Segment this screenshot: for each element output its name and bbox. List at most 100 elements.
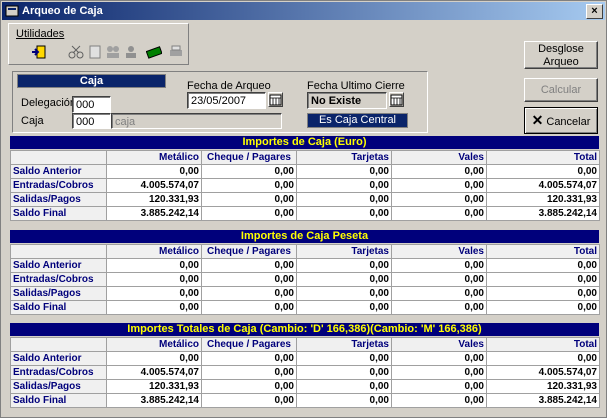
table-cell: 0,00 [296,192,392,207]
table-header-row: Metálico Cheque / Pagares Tarjetas Vales Tot… [10,244,600,259]
menu-utilidades[interactable]: Utilidades [16,28,64,40]
calendar-icon [390,94,403,106]
table-row: Saldo Anterior 0,00 0,00 0,00 0,00 0,00 [10,351,600,366]
importes-section-0: Importes de Caja (Euro) Metálico Cheque / … [10,136,600,227]
table-cell: 0,00 [106,300,202,315]
table-cell: 0,00 [391,164,487,179]
desglose-label-2: Arqueo [543,56,579,68]
calcular-arqueo-button[interactable]: Calcular Arqueo [524,78,598,118]
table-cell: 0,00 [296,258,392,273]
table-cell: 0,00 [296,206,392,221]
table-cell: 0,00 [106,164,202,179]
table-row: Salidas/Pagos 0,00 0,00 0,00 0,00 0,00 [10,286,600,301]
import-icon[interactable] [31,44,47,60]
table-cell: 0,00 [201,258,297,273]
caja-header: Caja [17,74,166,88]
table-row: Entradas/Cobros 0,00 0,00 0,00 0,00 0,00 [10,272,600,287]
table-cell: 4.005.574,07 [106,365,202,380]
window-title: Arqueo de Caja [22,5,103,17]
table-row: Saldo Final 3.885.242,14 0,00 0,00 0,00 3.885… [10,393,600,408]
column-header: Tarjetas [296,244,392,259]
importes-section-2: Importes Totales de Caja (Cambio: 'D' 16… [10,323,600,414]
table-cell: 0,00 [486,272,600,287]
cancel-x-icon: ✕ [531,112,544,128]
page-icon[interactable] [87,44,103,60]
table-cell: 0,00 [391,286,487,301]
column-header: Metálico [106,150,202,165]
importes-table: Metálico Cheque / Pagares Tarjetas Vales Tot… [10,244,600,315]
row-label: Entradas/Cobros [10,365,107,380]
row-label: Saldo Anterior [10,351,107,366]
caja-name-field: caja [111,113,282,129]
table-cell: 0,00 [201,365,297,380]
importes-table: Metálico Cheque / Pagares Tarjetas Vales Tot… [10,150,600,221]
close-button[interactable]: × [586,4,603,19]
money-icon[interactable] [146,44,162,60]
table-header-row: Metálico Cheque / Pagares Tarjetas Vales Tot… [10,337,600,352]
fecha-arqueo-input[interactable]: 23/05/2007 [187,92,266,109]
column-header: Tarjetas [296,337,392,352]
table-cell: 4.005.574,07 [486,178,600,193]
table-cell: 120.331,93 [486,379,600,394]
importes-section-1: Importes de Caja Peseta Metálico Cheque / … [10,230,600,321]
table-cell: 0,00 [106,258,202,273]
caja-central-badge: Es Caja Central [307,113,408,128]
row-label: Salidas/Pagos [10,286,107,301]
table-cell: 0,00 [201,178,297,193]
row-label: Saldo Anterior [10,164,107,179]
delegacion-label: Delegación [21,97,77,109]
table-cell: 120.331,93 [106,379,202,394]
table-cell: 0,00 [296,272,392,287]
table-row: Saldo Anterior 0,00 0,00 0,00 0,00 0,00 [10,164,600,179]
table-row: Salidas/Pagos 120.331,93 0,00 0,00 0,00 120.3… [10,192,600,207]
cancelar-button[interactable]: ✕ Cancelar [524,107,598,134]
row-label: Saldo Final [10,300,107,315]
table-cell: 0,00 [296,286,392,301]
fecha-cierre-calendar-button[interactable] [389,92,404,107]
fecha-arqueo-calendar-button[interactable] [268,92,283,107]
table-cell: 4.005.574,07 [486,365,600,380]
table-row: Saldo Anterior 0,00 0,00 0,00 0,00 0,00 [10,258,600,273]
table-cell: 120.331,93 [106,192,202,207]
row-label: Saldo Final [10,393,107,408]
table-row: Entradas/Cobros 4.005.574,07 0,00 0,00 0,00 4… [10,365,600,380]
table-cell: 0,00 [106,272,202,287]
table-cell: 0,00 [391,379,487,394]
column-header: Tarjetas [296,150,392,165]
table-cell: 0,00 [201,286,297,301]
scissors-icon[interactable] [68,44,84,60]
table-cell: 0,00 [486,286,600,301]
header-corner [10,337,107,352]
row-label: Entradas/Cobros [10,178,107,193]
column-header: Cheque / Pagares [201,337,297,352]
table-cell: 0,00 [391,178,487,193]
table-cell: 3.885.242,14 [486,393,600,408]
section-title: Importes de Caja (Euro) [10,136,599,149]
section-title: Importes Totales de Caja (Cambio: 'D' 16… [10,323,599,336]
table-cell: 0,00 [391,272,487,287]
table-cell: 0,00 [106,351,202,366]
toolbar-icons [13,42,187,64]
caja-code-input[interactable]: 000 [72,113,111,129]
calendar-icon [269,94,282,106]
header-corner [10,244,107,259]
people-icon[interactable] [123,44,139,60]
delegacion-input[interactable]: 000 [72,96,111,113]
table-cell: 0,00 [201,393,297,408]
table-cell: 0,00 [391,192,487,207]
column-header: Vales [391,244,487,259]
column-header: Metálico [106,337,202,352]
column-header: Total [486,150,600,165]
table-cell: 0,00 [201,351,297,366]
print-icon[interactable] [168,44,184,60]
table-cell: 0,00 [201,164,297,179]
table-cell: 3.885.242,14 [106,393,202,408]
fecha-cierre-field: No Existe [307,92,387,109]
desglose-arqueo-button[interactable]: Desglose Arqueo [524,41,598,69]
column-header: Total [486,244,600,259]
table-cell: 3.885.242,14 [106,206,202,221]
users-icon[interactable] [105,44,121,60]
table-cell: 0,00 [201,379,297,394]
row-label: Entradas/Cobros [10,272,107,287]
table-row: Saldo Final 3.885.242,14 0,00 0,00 0,00 3.885… [10,206,600,221]
